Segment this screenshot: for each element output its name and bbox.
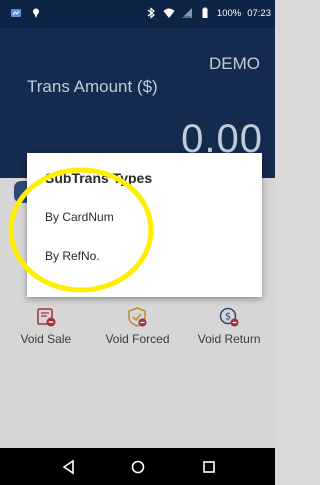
void-actions-row: Void Sale Void Forced $ Void Return [0, 306, 275, 346]
home-icon[interactable] [129, 458, 147, 476]
void-forced-button[interactable]: Void Forced [92, 306, 184, 346]
void-forced-icon [128, 307, 147, 327]
battery-icon [202, 7, 208, 18]
void-sale-button[interactable]: Void Sale [0, 306, 92, 346]
recents-icon[interactable] [200, 458, 218, 476]
status-bar: 100% 07:23 [0, 0, 275, 28]
void-sale-label: Void Sale [20, 332, 72, 346]
status-time: 07:23 [247, 7, 271, 19]
trans-amount-label: Trans Amount ($) [27, 77, 158, 96]
void-return-button[interactable]: $ Void Return [183, 306, 275, 346]
wifi-icon [163, 8, 175, 18]
bluetooth-icon [147, 7, 155, 19]
void-sale-icon [37, 308, 56, 327]
void-forced-label: Void Forced [105, 332, 170, 346]
location-pin-icon [33, 8, 39, 18]
svg-text:$: $ [225, 312, 231, 323]
back-icon[interactable] [60, 458, 78, 476]
void-return-icon: $ [219, 307, 239, 327]
navigation-bar [0, 448, 275, 485]
app-notification-icon [11, 9, 21, 17]
highlight-circle [8, 167, 154, 293]
demo-mode-label: DEMO [209, 54, 260, 73]
void-return-label: Void Return [197, 332, 261, 346]
battery-percent: 100% [216, 7, 242, 19]
signal-icon [181, 8, 192, 18]
